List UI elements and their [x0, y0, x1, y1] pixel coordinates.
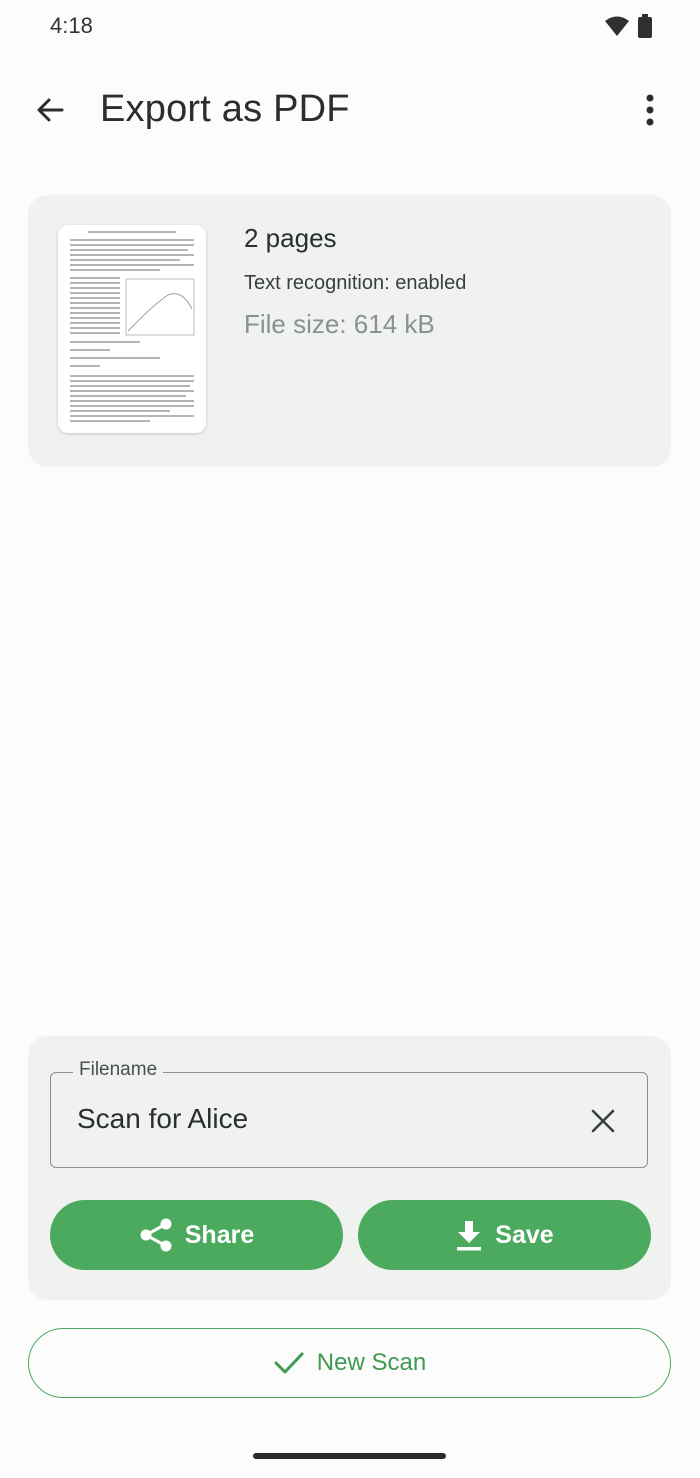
close-icon [591, 1109, 615, 1133]
save-button[interactable]: Save [358, 1200, 651, 1270]
arrow-back-icon [37, 98, 64, 122]
status-icons [604, 14, 652, 38]
gesture-nav-handle[interactable] [253, 1453, 446, 1459]
page-title: Export as PDF [100, 88, 350, 130]
document-thumbnail[interactable] [58, 225, 206, 433]
app-bar: Export as PDF [0, 66, 700, 154]
clear-filename-button[interactable] [583, 1101, 623, 1141]
more-options-button[interactable] [630, 88, 670, 132]
export-panel: Filename Share Save [28, 1036, 671, 1300]
more-vert-icon [646, 94, 654, 126]
new-scan-button[interactable]: New Scan [28, 1328, 671, 1398]
wifi-icon [605, 16, 629, 36]
document-page-preview [70, 231, 195, 422]
download-icon [457, 1221, 482, 1251]
battery-icon [638, 14, 652, 38]
status-bar: 4:18 [0, 0, 700, 56]
back-button[interactable] [28, 88, 72, 132]
ocr-status: Text recognition: enabled [244, 272, 467, 294]
share-label: Share [184, 1220, 255, 1249]
file-size: File size: 614 kB [244, 309, 435, 339]
save-label: Save [495, 1220, 554, 1249]
document-card: 2 pages Text recognition: enabled File s… [28, 195, 671, 467]
check-icon [274, 1352, 304, 1374]
share-icon [140, 1218, 172, 1252]
filename-input[interactable] [77, 1097, 557, 1141]
document-info: 2 pages Text recognition: enabled File s… [244, 223, 466, 340]
share-button[interactable]: Share [50, 1200, 343, 1270]
status-time: 4:18 [50, 13, 93, 38]
page-count: 2 pages [244, 223, 337, 253]
filename-label: Filename [73, 1059, 164, 1081]
new-scan-label: New Scan [316, 1349, 427, 1376]
filename-field: Filename [50, 1059, 648, 1168]
